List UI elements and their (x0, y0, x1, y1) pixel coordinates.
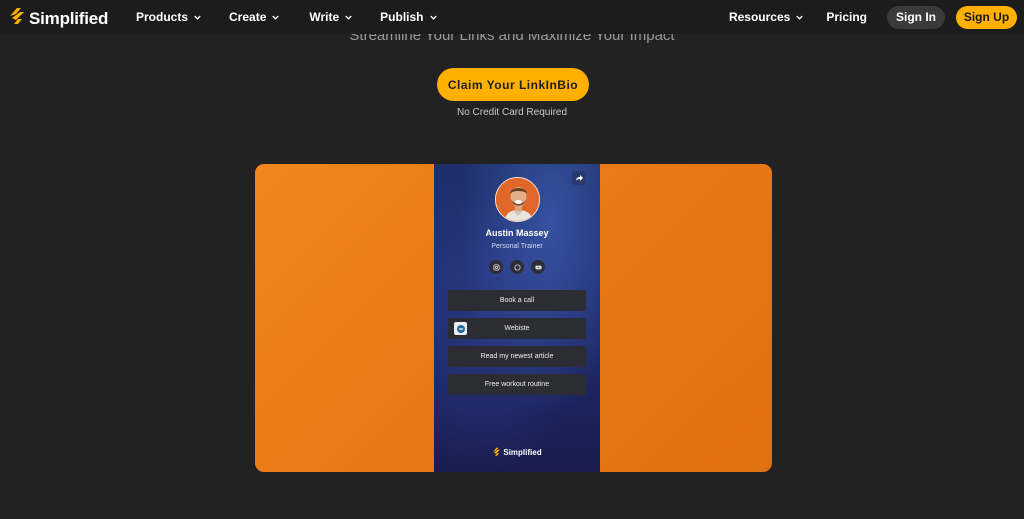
phone-footer-logo: Simplified (434, 447, 600, 457)
chevron-down-icon (796, 15, 803, 20)
nav-resources[interactable]: Resources (729, 10, 804, 24)
link-label: Read my newest article (480, 353, 554, 360)
sign-up-button[interactable]: Sign Up (956, 5, 1017, 29)
link-newest-article[interactable]: Read my newest article (448, 346, 586, 367)
brand-logo[interactable]: Simplified (8, 7, 108, 31)
nav-products-label: Products (136, 10, 189, 24)
website-thumbnail-icon (454, 322, 467, 335)
youtube-icon[interactable] (531, 260, 545, 274)
sign-in-button[interactable]: Sign In (887, 5, 945, 29)
chevron-down-icon (194, 15, 201, 20)
link-website[interactable]: Webiste (448, 318, 586, 339)
nav-publish-label: Publish (380, 10, 424, 24)
nav-pricing-label: Pricing (826, 10, 867, 24)
nav-create[interactable]: Create (229, 10, 280, 24)
whatsapp-icon[interactable] (510, 260, 524, 274)
linkinbio-preview: Austin Massey Personal Trainer Book a ca… (255, 164, 772, 472)
link-book-a-call[interactable]: Book a call (448, 290, 586, 311)
top-navbar: Simplified Products Create Write Publish… (0, 0, 1024, 34)
lightning-logo-icon (493, 447, 501, 456)
lightning-logo-icon (8, 7, 26, 31)
nav-publish[interactable]: Publish (380, 10, 437, 24)
nav-products[interactable]: Products (136, 10, 202, 24)
nav-right: Resources Pricing Sign In Sign Up (729, 0, 1017, 34)
chevron-down-icon (345, 15, 352, 20)
chevron-down-icon (272, 15, 280, 20)
nav-create-label: Create (229, 10, 267, 24)
link-free-workout[interactable]: Free workout routine (448, 374, 586, 395)
no-credit-card-note: No Credit Card Required (456, 107, 568, 118)
link-label: Book a call (499, 297, 535, 304)
main-nav: Products Create Write Publish (136, 0, 438, 34)
profile-avatar (495, 177, 540, 222)
profile-role: Personal Trainer (491, 243, 543, 250)
phone-footer-brand: Simplified (503, 447, 542, 457)
nav-write-label: Write (309, 10, 340, 24)
profile-name: Austin Massey (485, 228, 549, 238)
nav-write[interactable]: Write (309, 10, 353, 24)
social-links (489, 260, 545, 274)
link-label: Webiste (504, 325, 530, 332)
nav-pricing[interactable]: Pricing (826, 10, 867, 24)
share-icon[interactable] (572, 171, 586, 185)
brand-name: Simplified (29, 9, 109, 28)
claim-linkinbio-button[interactable]: Claim Your LinkInBio (437, 68, 589, 101)
phone-mockup: Austin Massey Personal Trainer Book a ca… (434, 164, 600, 472)
link-label: Free workout routine (484, 381, 550, 388)
instagram-icon[interactable] (489, 260, 503, 274)
chevron-down-icon (429, 15, 437, 20)
nav-resources-label: Resources (728, 10, 791, 24)
